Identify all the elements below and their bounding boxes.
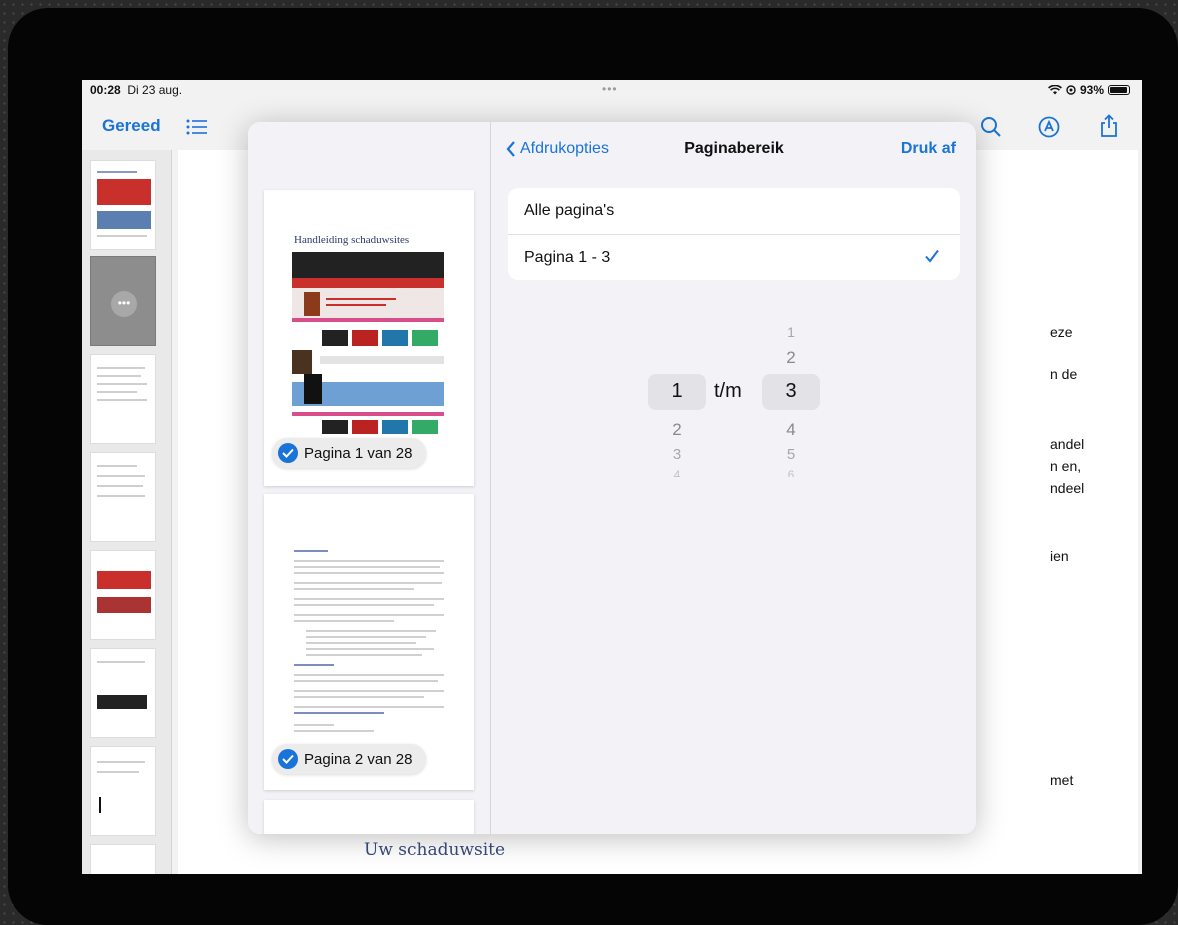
preview-page-title: Handleiding schaduwsites: [294, 234, 410, 246]
checkmark-icon: [925, 249, 939, 263]
document-text-fragment: n en,: [1050, 458, 1082, 474]
tablet-frame: 00:28 Di 23 aug. ••• 93% Gereed ••• eze …: [8, 8, 1178, 925]
markup-icon[interactable]: [1038, 116, 1060, 138]
page-2-badge-label: Pagina 2 van 28: [304, 750, 413, 768]
document-text-fragment: andel: [1050, 436, 1085, 452]
location-lock-icon: [1066, 85, 1076, 95]
print-options-sheet: Handleiding schaduwsites Pagina 1 van 28…: [248, 122, 976, 834]
picker-to-selected: 3: [785, 380, 797, 402]
option-page-range[interactable]: Pagina 1 - 3: [508, 234, 960, 280]
document-heading: Uw schaduwsite: [364, 840, 506, 860]
document-text-fragment: ndeel: [1050, 480, 1085, 496]
checkmark-circle-icon: [278, 443, 298, 463]
share-icon[interactable]: [1098, 114, 1120, 138]
option-all-pages[interactable]: Alle pagina's: [508, 188, 960, 234]
picker-from-option: 4: [673, 468, 681, 477]
document-text-fragment: ien: [1050, 548, 1069, 564]
page-thumbnail[interactable]: [90, 844, 156, 874]
document-text-fragment: met: [1050, 772, 1074, 788]
search-icon[interactable]: [980, 116, 1002, 138]
status-bar: 00:28 Di 23 aug. ••• 93%: [82, 80, 1142, 100]
page-thumbnail[interactable]: [90, 648, 156, 738]
multitask-dots-icon[interactable]: •••: [602, 82, 618, 96]
page-thumbnail[interactable]: [90, 550, 156, 640]
done-button[interactable]: Gereed: [102, 116, 161, 136]
picker-to-option: 5: [786, 446, 796, 463]
sheet-navbar: Paginabereik Afdrukopties Druk af: [492, 122, 976, 178]
page-2-selected-badge[interactable]: Pagina 2 van 28: [272, 744, 427, 774]
back-button-label: Afdrukopties: [520, 140, 609, 157]
page-thumbnail[interactable]: [90, 160, 156, 250]
screen: 00:28 Di 23 aug. ••• 93% Gereed ••• eze …: [82, 80, 1142, 874]
list-icon[interactable]: [186, 118, 208, 136]
picker-from-option: 2: [672, 420, 682, 439]
picker-to-option: 6: [787, 468, 795, 477]
chevron-left-icon: [506, 141, 515, 157]
page-thumbnail[interactable]: [90, 354, 156, 444]
print-preview-column: Handleiding schaduwsites Pagina 1 van 28…: [248, 122, 491, 834]
picker-to-option: 2: [786, 348, 796, 367]
page-range-options: Alle pagina's Pagina 1 - 3: [508, 188, 960, 280]
page-1-selected-badge[interactable]: Pagina 1 van 28: [272, 438, 427, 468]
picker-to-option: 4: [786, 420, 796, 439]
page-thumbnail-selected[interactable]: •••: [90, 256, 156, 346]
status-time: 00:28 Di 23 aug.: [90, 83, 183, 97]
document-text-fragment: n de: [1050, 366, 1078, 382]
page-range-picker: 1 2 3 4 t/m 1 2 3 4 5 6: [492, 310, 976, 500]
checkmark-circle-icon: [278, 749, 298, 769]
option-label: Alle pagina's: [524, 202, 615, 219]
page-1-badge-label: Pagina 1 van 28: [304, 444, 413, 462]
wifi-icon: [1048, 85, 1062, 95]
battery-icon: [1108, 85, 1130, 95]
back-button[interactable]: Afdrukopties: [506, 140, 609, 158]
print-settings-column: Paginabereik Afdrukopties Druk af Alle p…: [492, 122, 976, 834]
page-thumbnail[interactable]: [90, 452, 156, 542]
more-icon[interactable]: •••: [111, 291, 137, 317]
status-right: 93%: [1048, 83, 1130, 97]
battery-percent: 93%: [1079, 83, 1104, 97]
picker-separator: t/m: [714, 380, 742, 402]
picker-from-selected: 1: [671, 380, 683, 402]
print-button[interactable]: Druk af: [901, 140, 956, 158]
status-date: Di 23 aug.: [127, 83, 183, 97]
picker-to-option: 1: [787, 324, 795, 340]
thumbnail-sidebar: •••: [82, 150, 172, 874]
page-thumbnail[interactable]: [90, 746, 156, 836]
document-text-fragment: eze: [1050, 324, 1073, 340]
picker-from-option: 3: [672, 446, 682, 463]
option-label: Pagina 1 - 3: [524, 248, 611, 266]
preview-page-3[interactable]: [264, 800, 474, 834]
